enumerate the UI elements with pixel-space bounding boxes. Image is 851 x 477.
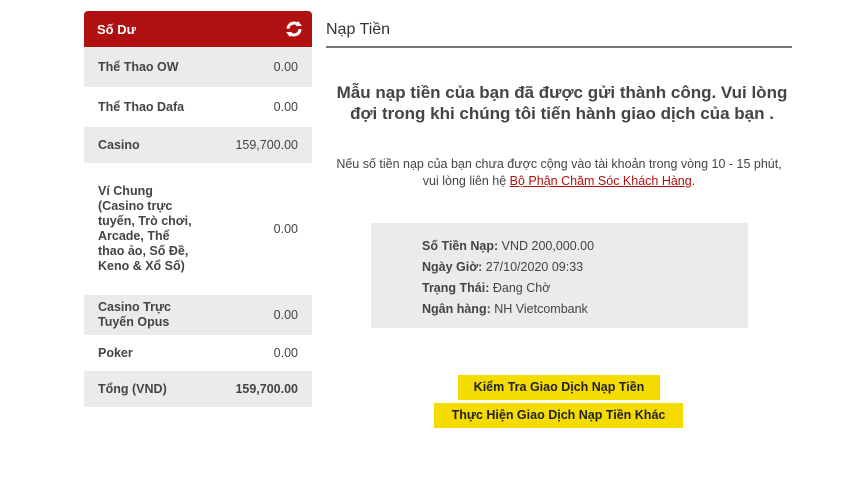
page-title: Nạp Tiền: [326, 11, 792, 48]
balance-label: Thể Thao Dafa: [98, 99, 185, 114]
balance-title: Số Dư: [97, 21, 137, 37]
detail-status: Trạng Thái: Đang Chờ: [422, 278, 748, 299]
balance-row-common-wallet: Ví Chung (Casino trực tuyến, Trò chơi, A…: [84, 163, 312, 295]
detail-datetime: Ngày Giờ: 27/10/2020 09:33: [422, 257, 748, 278]
refresh-icon[interactable]: [285, 20, 303, 38]
balance-row-sports-ow: Thể Thao OW 0.00: [84, 47, 312, 87]
detail-bank-label: Ngân hàng:: [422, 302, 491, 316]
balance-amount: 0.00: [273, 222, 298, 236]
balance-amount: 0.00: [273, 60, 298, 74]
balance-amount: 0.00: [273, 346, 298, 360]
new-deposit-button[interactable]: Thực Hiện Giao Dịch Nạp Tiền Khác: [434, 403, 683, 428]
success-message: Mẫu nạp tiền của bạn đã được gửi thành c…: [336, 83, 788, 123]
detail-bank-value: NH Vietcombank: [494, 302, 588, 316]
balance-amount: 159,700.00: [235, 138, 298, 152]
balance-header: Số Dư: [84, 11, 312, 47]
balance-label: Casino: [98, 137, 140, 152]
balance-row-total: Tổng (VND) 159,700.00: [84, 371, 312, 407]
balance-total-label: Tổng (VND): [98, 381, 167, 396]
balance-amount: 0.00: [273, 308, 298, 322]
balance-amount: 0.00: [273, 100, 298, 114]
detail-amount-value: VND 200,000.00: [501, 239, 595, 253]
balance-label: Ví Chung (Casino trực tuyến, Trò chơi, A…: [98, 184, 192, 273]
balance-row-casino: Casino 159,700.00: [84, 127, 312, 163]
balance-total-amount: 159,700.00: [235, 382, 298, 396]
balance-row-casino-opus: Casino Trực Tuyến Opus 0.00: [84, 295, 312, 335]
detail-datetime-value: 27/10/2020 09:33: [485, 260, 584, 274]
balance-panel: Số Dư Thể Thao OW 0.00 Thể Thao Dafa 0.0…: [84, 11, 312, 407]
detail-bank: Ngân hàng: NH Vietcombank: [422, 299, 748, 320]
detail-amount-label: Số Tiền Nạp:: [422, 239, 499, 253]
detail-datetime-label: Ngày Giờ:: [422, 260, 483, 274]
balance-label: Poker: [98, 345, 133, 360]
detail-amount: Số Tiền Nạp: VND 200,000.00: [422, 236, 748, 257]
check-deposit-button[interactable]: Kiểm Tra Giao Dịch Nạp Tiền: [458, 375, 660, 400]
balance-label: Thể Thao OW: [98, 59, 179, 74]
balance-row-poker: Poker 0.00: [84, 335, 312, 371]
balance-row-sports-dafa: Thể Thao Dafa 0.00: [84, 87, 312, 127]
balance-label: Casino Trực Tuyến Opus: [98, 300, 171, 329]
deposit-panel: Nạp Tiền Mẫu nạp tiền của bạn đã được gử…: [326, 11, 792, 328]
customer-care-link[interactable]: Bộ Phận Chăm Sóc Khách Hàng: [510, 174, 692, 188]
detail-status-label: Trạng Thái:: [422, 281, 490, 295]
notice-end: .: [691, 174, 696, 188]
detail-status-value: Đang Chờ: [492, 281, 551, 295]
contact-notice: Nếu số tiền nạp của bạn chưa được cộng v…: [326, 156, 792, 190]
transaction-details: Số Tiền Nạp: VND 200,000.00 Ngày Giờ: 27…: [371, 223, 748, 328]
